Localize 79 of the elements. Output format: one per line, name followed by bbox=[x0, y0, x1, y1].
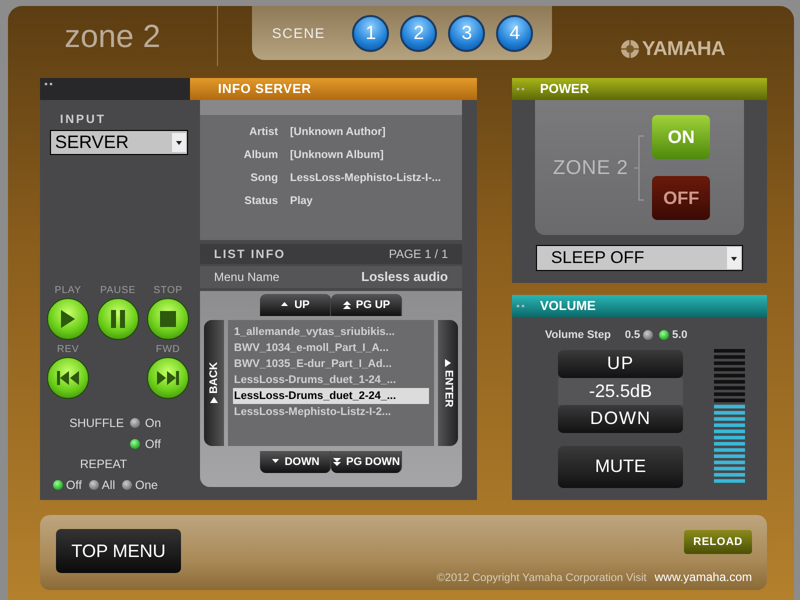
option-label: All bbox=[102, 477, 116, 494]
stop-icon bbox=[160, 311, 176, 327]
field-value: LessLoss-Mephisto-Listz-I-... bbox=[290, 171, 442, 186]
input-label: INPUT bbox=[59, 111, 107, 128]
option-label: Off bbox=[66, 477, 82, 494]
field-label: Status bbox=[243, 194, 278, 209]
volume-up-button[interactable]: UP bbox=[558, 350, 683, 378]
radio-button[interactable] bbox=[643, 330, 654, 340]
button-label: PLAY bbox=[54, 284, 82, 298]
arrow-icon bbox=[444, 358, 452, 367]
zone-title: zone 2 bbox=[64, 17, 161, 56]
menu-name-value: Losless audio bbox=[361, 268, 448, 286]
rev-icon bbox=[57, 371, 79, 385]
play-button[interactable] bbox=[47, 298, 89, 340]
button-label: REV bbox=[56, 343, 80, 357]
fwd-icon bbox=[157, 371, 179, 385]
panel-title: POWER bbox=[540, 80, 590, 98]
arrow-icon bbox=[332, 457, 342, 467]
option-label: Off bbox=[145, 436, 161, 453]
radio-button[interactable] bbox=[659, 330, 670, 340]
panel-title: VOLUME bbox=[540, 297, 596, 316]
copyright-text: ©2012 Copyright Yamaha Corporation Visit bbox=[436, 570, 647, 586]
field-label: Album bbox=[242, 148, 278, 163]
input-select[interactable]: SERVER bbox=[50, 130, 188, 155]
arrow-icon bbox=[342, 300, 352, 310]
radio-button[interactable] bbox=[53, 480, 63, 490]
back-button[interactable]: BACK bbox=[204, 320, 224, 446]
pause-button[interactable] bbox=[97, 298, 139, 340]
radio-button[interactable] bbox=[130, 439, 140, 449]
volume-down-button[interactable]: DOWN bbox=[558, 404, 683, 432]
dots-icon bbox=[44, 82, 54, 86]
play-icon bbox=[61, 310, 75, 328]
sleep-select[interactable]: SLEEP OFF bbox=[536, 245, 743, 271]
radio-button[interactable] bbox=[88, 480, 99, 490]
arrow-icon bbox=[210, 396, 218, 404]
volume-step-label: Volume Step bbox=[545, 328, 611, 343]
field-label: Song bbox=[250, 171, 278, 186]
bracket-icon bbox=[632, 134, 646, 200]
scene-label: SCENE bbox=[272, 24, 326, 42]
reload-button[interactable]: RELOAD bbox=[684, 530, 752, 554]
list-item[interactable]: LessLoss-Drums_duet_2-24_... bbox=[233, 388, 429, 404]
menu-name-label: Menu Name bbox=[214, 269, 280, 286]
nav-button[interactable]: DOWN bbox=[260, 451, 331, 473]
field-label: Artist bbox=[248, 125, 278, 140]
website-link[interactable]: www.yamaha.com bbox=[654, 568, 752, 586]
repeat-label: REPEAT bbox=[80, 456, 128, 473]
emblem-icon bbox=[620, 39, 640, 59]
nav-button[interactable]: PG UP bbox=[331, 294, 402, 316]
shuffle-label: SHUFFLE bbox=[68, 415, 124, 432]
nav-button[interactable]: UP bbox=[260, 294, 331, 316]
power-off-button[interactable]: OFF bbox=[652, 176, 710, 220]
dots-icon bbox=[516, 87, 526, 91]
radio-button[interactable] bbox=[122, 480, 132, 490]
mute-button[interactable]: MUTE bbox=[558, 446, 683, 488]
button-label: STOP bbox=[153, 284, 183, 298]
panel-title: INFO SERVER bbox=[218, 80, 312, 98]
field-value: [Unknown Album] bbox=[290, 148, 385, 163]
top-menu-button[interactable]: TOP MENU bbox=[56, 529, 181, 573]
option-label: One bbox=[135, 477, 158, 494]
button-label: PAUSE bbox=[100, 284, 136, 298]
fwd-button[interactable] bbox=[147, 357, 189, 399]
nav-button[interactable]: PG DOWN bbox=[331, 451, 402, 473]
volume-reading: -25.5dB bbox=[558, 378, 683, 404]
field-value: Play bbox=[290, 194, 314, 209]
field-value: [Unknown Author] bbox=[290, 125, 387, 140]
button-label: FWD bbox=[156, 343, 180, 357]
option-label: 5.0 bbox=[672, 328, 688, 343]
list-title: LIST INFO bbox=[214, 246, 286, 263]
option-label: 0.5 bbox=[624, 328, 640, 343]
dots-icon bbox=[516, 304, 526, 308]
page-indicator: PAGE 1 / 1 bbox=[388, 246, 448, 263]
option-label: On bbox=[145, 415, 162, 432]
zone-label: ZONE 2 bbox=[553, 156, 628, 180]
brand-logo-text: YAMAHA bbox=[642, 37, 725, 62]
enter-button[interactable]: ENTER bbox=[438, 320, 458, 446]
rev-button[interactable] bbox=[47, 357, 89, 399]
pause-icon bbox=[111, 310, 125, 328]
radio-button[interactable] bbox=[130, 418, 140, 428]
stop-button[interactable] bbox=[147, 298, 189, 340]
